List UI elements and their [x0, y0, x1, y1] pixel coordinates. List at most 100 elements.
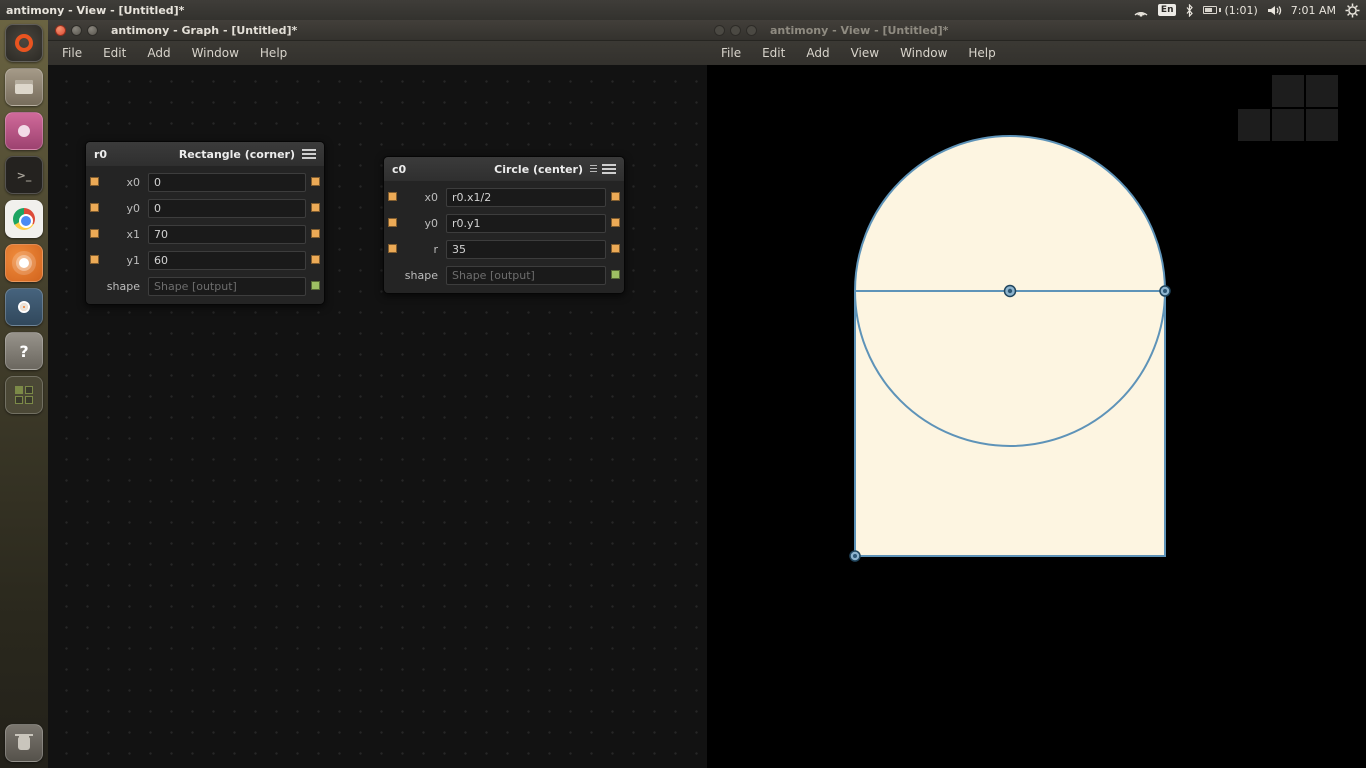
- launcher-item-blender[interactable]: [5, 288, 43, 326]
- node-grip-icon[interactable]: [590, 165, 597, 174]
- launcher-item-files[interactable]: [5, 68, 43, 106]
- field-input[interactable]: 70: [148, 225, 306, 244]
- terminal-icon: >_: [17, 169, 32, 182]
- volume-icon[interactable]: [1267, 4, 1282, 17]
- battery-indicator[interactable]: (1:01): [1203, 4, 1257, 17]
- output-port[interactable]: [611, 218, 620, 227]
- launcher-item-workspace-switcher[interactable]: [5, 376, 43, 414]
- close-button[interactable]: [55, 25, 66, 36]
- input-port[interactable]: [388, 244, 397, 253]
- menu-edit[interactable]: Edit: [103, 46, 126, 60]
- output-port[interactable]: [611, 244, 620, 253]
- menu-add[interactable]: Add: [147, 46, 170, 60]
- menu-help[interactable]: Help: [260, 46, 287, 60]
- node-c0[interactable]: c0 Circle (center) x0 r0.x1/2 y0 r0.y1: [383, 156, 625, 294]
- launcher-item-help[interactable]: ?: [5, 332, 43, 370]
- shape-output-row: shape Shape [output]: [384, 262, 624, 288]
- input-port[interactable]: [90, 255, 99, 264]
- menu-edit[interactable]: Edit: [762, 46, 785, 60]
- field-label: y0: [402, 217, 438, 230]
- node-r0-header[interactable]: r0 Rectangle (corner): [86, 142, 324, 166]
- clock[interactable]: 7:01 AM: [1291, 4, 1336, 17]
- handle-rect-bottom-left[interactable]: [850, 551, 860, 561]
- input-port[interactable]: [388, 218, 397, 227]
- launcher-item-rhythmbox[interactable]: [5, 244, 43, 282]
- output-port[interactable]: [311, 229, 320, 238]
- trash-icon: [18, 737, 30, 750]
- node-menu-icon[interactable]: [602, 164, 616, 174]
- bluetooth-icon[interactable]: [1185, 4, 1194, 17]
- menu-window[interactable]: Window: [900, 46, 947, 60]
- menu-help[interactable]: Help: [968, 46, 995, 60]
- output-port[interactable]: [611, 192, 620, 201]
- input-port[interactable]: [388, 192, 397, 201]
- node-c0-header[interactable]: c0 Circle (center): [384, 157, 624, 181]
- keyboard-layout-indicator[interactable]: En: [1158, 4, 1177, 16]
- node-type: Circle (center): [494, 163, 583, 176]
- node-menu-icon[interactable]: [302, 149, 316, 159]
- graph-titlebar[interactable]: antimony - Graph - [Untitled]*: [48, 20, 707, 41]
- menu-add[interactable]: Add: [806, 46, 829, 60]
- handle-circle-center[interactable]: [1005, 286, 1016, 297]
- menu-file[interactable]: File: [721, 46, 741, 60]
- launcher-item-dash-home[interactable]: [5, 24, 43, 62]
- field-row-y1: y1 60: [86, 247, 324, 273]
- field-label: x0: [402, 191, 438, 204]
- field-input[interactable]: r0.x1/2: [446, 188, 606, 207]
- minimize-button[interactable]: [730, 25, 741, 36]
- close-button[interactable]: [714, 25, 725, 36]
- field-input[interactable]: 0: [148, 173, 306, 192]
- menu-window[interactable]: Window: [192, 46, 239, 60]
- field-row-x0: x0 r0.x1/2: [384, 184, 624, 210]
- output-port[interactable]: [311, 177, 320, 186]
- node-r0[interactable]: r0 Rectangle (corner) x0 0 y0 0: [85, 141, 325, 305]
- panel-app-title: antimony - View - [Untitled]*: [6, 4, 184, 17]
- field-input[interactable]: 35: [446, 240, 606, 259]
- shape-output-port[interactable]: [311, 281, 320, 290]
- field-input[interactable]: 60: [148, 251, 306, 270]
- menu-view[interactable]: View: [851, 46, 879, 60]
- unity-launcher: >_ ?: [0, 20, 48, 768]
- output-port[interactable]: [311, 203, 320, 212]
- field-label: y0: [104, 202, 140, 215]
- node-type: Rectangle (corner): [179, 148, 295, 161]
- field-row-r: r 35: [384, 236, 624, 262]
- input-port[interactable]: [90, 177, 99, 186]
- shape-output-port[interactable]: [611, 270, 620, 279]
- node-c0-body: x0 r0.x1/2 y0 r0.y1 r 35 shape: [384, 181, 624, 293]
- node-r0-body: x0 0 y0 0 x1 70 y1: [86, 166, 324, 304]
- top-panel: antimony - View - [Untitled]* En (1:01) …: [0, 0, 1366, 20]
- launcher-item-trash[interactable]: [5, 724, 43, 762]
- field-row-y0: y0 0: [86, 195, 324, 221]
- input-port[interactable]: [90, 229, 99, 238]
- battery-icon: [1203, 6, 1217, 14]
- view-titlebar[interactable]: antimony - View - [Untitled]*: [707, 20, 1366, 41]
- launcher-item-media-player[interactable]: [5, 112, 43, 150]
- workspace-icon: [15, 386, 33, 404]
- field-label: x0: [104, 176, 140, 189]
- input-port[interactable]: [90, 203, 99, 212]
- maximize-button[interactable]: [746, 25, 757, 36]
- field-label: y1: [104, 254, 140, 267]
- field-input[interactable]: r0.y1: [446, 214, 606, 233]
- menu-file[interactable]: File: [62, 46, 82, 60]
- launcher-item-terminal[interactable]: >_: [5, 156, 43, 194]
- help-icon: ?: [19, 342, 28, 361]
- view-canvas[interactable]: [707, 65, 1366, 768]
- field-input[interactable]: 0: [148, 199, 306, 218]
- indicator-tray: En (1:01) 7:01 AM: [1133, 3, 1360, 18]
- view-window-title: antimony - View - [Untitled]*: [770, 24, 948, 37]
- minimize-button[interactable]: [71, 25, 82, 36]
- graph-window: antimony - Graph - [Untitled]* File Edit…: [48, 20, 707, 768]
- output-port[interactable]: [311, 255, 320, 264]
- handle-rect-top-right[interactable]: [1160, 286, 1170, 296]
- node-id: r0: [94, 148, 107, 161]
- launcher-item-chrome[interactable]: [5, 200, 43, 238]
- graph-menubar: File Edit Add Window Help: [48, 41, 707, 65]
- maximize-button[interactable]: [87, 25, 98, 36]
- rhythmbox-icon: [19, 258, 29, 268]
- graph-canvas[interactable]: r0 Rectangle (corner) x0 0 y0 0: [48, 65, 707, 768]
- network-icon[interactable]: [1133, 4, 1149, 17]
- session-gear-icon[interactable]: [1345, 3, 1360, 18]
- field-row-x0: x0 0: [86, 169, 324, 195]
